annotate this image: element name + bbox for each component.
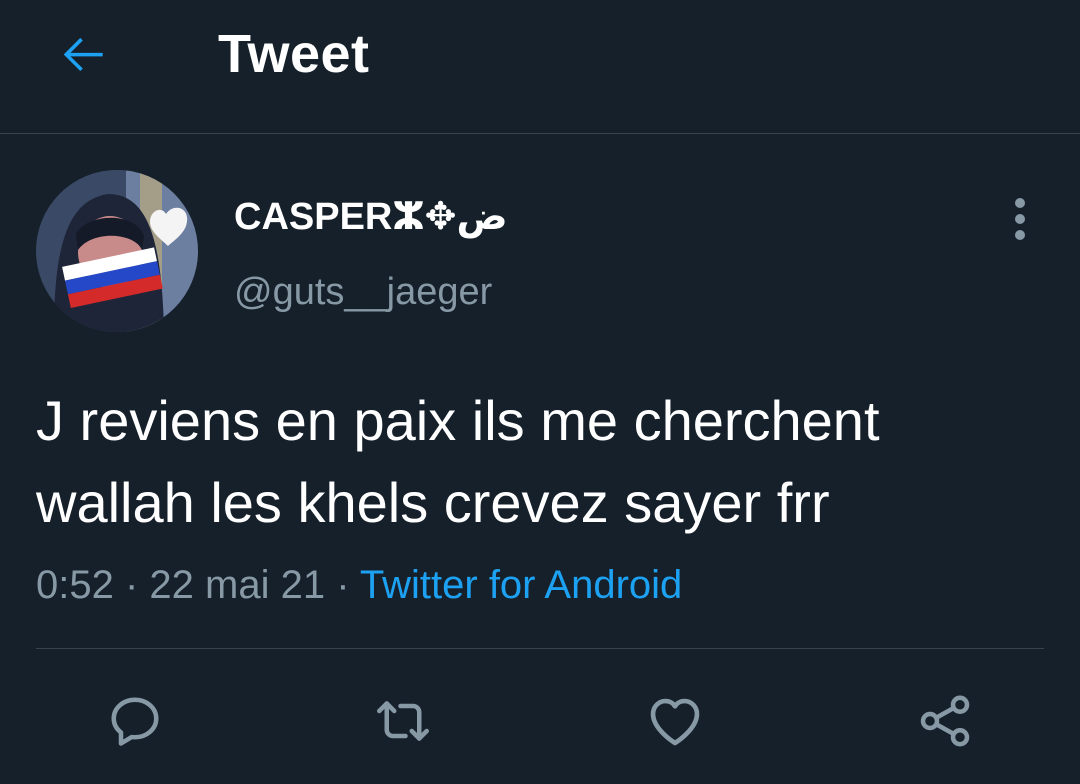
reply-button[interactable] bbox=[104, 690, 166, 752]
back-button[interactable] bbox=[52, 22, 116, 86]
meta-separator: · bbox=[325, 563, 360, 607]
share-button[interactable] bbox=[914, 690, 976, 752]
heart-icon bbox=[650, 698, 700, 746]
arrow-left-icon bbox=[63, 37, 103, 72]
more-options-button[interactable] bbox=[1000, 196, 1040, 242]
share-icon bbox=[920, 695, 970, 747]
page-title: Tweet bbox=[218, 24, 370, 84]
tweet-source-link[interactable]: Twitter for Android bbox=[360, 563, 682, 607]
tweet-date: 22 mai 21 bbox=[149, 563, 326, 607]
like-button[interactable] bbox=[644, 690, 706, 752]
user-handle[interactable]: @guts__jaeger bbox=[234, 268, 492, 316]
display-name[interactable]: CASPERⵣ✥ض bbox=[234, 193, 508, 241]
more-vertical-icon bbox=[1015, 198, 1025, 240]
retweet-button[interactable] bbox=[372, 690, 434, 752]
meta-separator: · bbox=[113, 563, 150, 607]
divider bbox=[36, 648, 1044, 649]
avatar[interactable] bbox=[36, 170, 198, 332]
top-bar: Tweet bbox=[0, 0, 1080, 134]
avatar-image bbox=[36, 170, 198, 332]
retweet-icon bbox=[377, 701, 429, 741]
tweet-meta: 0:52 · 22 mai 21 · Twitter for Android bbox=[36, 560, 682, 610]
tweet-text: J reviens en paix ils me cherchent walla… bbox=[36, 389, 880, 534]
reply-icon bbox=[111, 697, 159, 746]
tweet-time: 0:52 bbox=[36, 563, 114, 607]
